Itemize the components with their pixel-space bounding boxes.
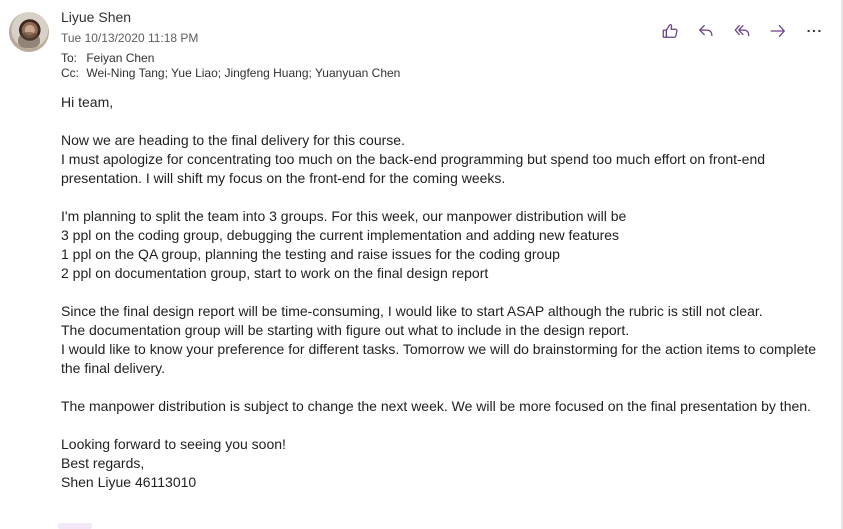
to-label: To: [61, 51, 78, 65]
to-recipients[interactable]: Feiyan Chen [86, 51, 154, 65]
cc-label: Cc: [61, 66, 79, 80]
reply-all-button[interactable] [731, 20, 753, 42]
like-button[interactable] [659, 20, 681, 42]
body-line: 2 ppl on documentation group, start to w… [61, 265, 489, 281]
more-icon [807, 29, 821, 33]
thumbs-up-icon [662, 24, 678, 38]
reply-all-icon [734, 24, 750, 37]
body-line: Now we are heading to the final delivery… [61, 132, 405, 148]
cc-row: Cc: Wei-Ning Tang; Yue Liao; Jingfeng Hu… [61, 66, 400, 80]
message-actions-toolbar [659, 20, 825, 42]
forward-icon [770, 24, 785, 38]
forward-button[interactable] [767, 20, 789, 42]
body-line: The manpower distribution is subject to … [61, 398, 811, 414]
to-row: To: Feiyan Chen [61, 51, 154, 65]
email-reading-pane: Liyue Shen Tue 10/13/2020 11:18 PM To: F… [0, 0, 843, 529]
reply-icon [699, 24, 713, 37]
body-line: 3 ppl on the coding group, debugging the… [61, 227, 620, 243]
greeting: Hi team, [61, 94, 114, 110]
body-line: The documentation group will be starting… [61, 322, 630, 338]
cc-recipients[interactable]: Wei-Ning Tang; Yue Liao; Jingfeng Huang;… [86, 66, 400, 80]
body-line: I must apologize for concentrating too m… [61, 151, 766, 186]
reaction-bar-hint [58, 523, 92, 529]
body-line: I'm planning to split the team into 3 gr… [61, 208, 627, 224]
sender-name[interactable]: Liyue Shen [61, 9, 131, 25]
body-line: 1 ppl on the QA group, planning the test… [61, 246, 560, 262]
sender-avatar[interactable] [9, 12, 49, 52]
message-body: Hi team, Now we are heading to the final… [61, 93, 821, 492]
body-line: I would like to know your preference for… [61, 341, 817, 376]
more-actions-button[interactable] [803, 20, 825, 42]
closing-line: Best regards, [61, 455, 145, 471]
closing-line: Looking forward to seeing you soon! [61, 436, 286, 452]
body-line: Since the final design report will be ti… [61, 303, 763, 319]
sent-date: Tue 10/13/2020 11:18 PM [61, 31, 199, 45]
signature: Shen Liyue 46113010 [61, 474, 197, 490]
reply-button[interactable] [695, 20, 717, 42]
